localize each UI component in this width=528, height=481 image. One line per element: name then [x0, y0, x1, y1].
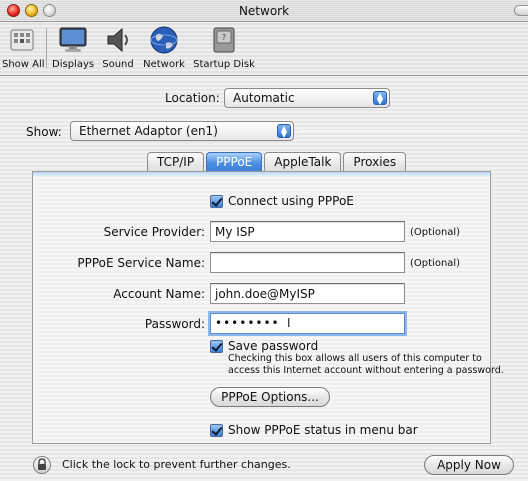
toolbar-toggle-button[interactable]	[514, 5, 528, 16]
toolbar-show-all-button[interactable]: Show All	[2, 24, 45, 70]
show-popup[interactable]: Ethernet Adaptor (en1) ▲ ▼	[70, 121, 294, 141]
location-popup[interactable]: Automatic ▲ ▼	[224, 88, 390, 108]
popup-arrows-icon: ▲ ▼	[277, 124, 291, 139]
account-name-field[interactable]: john.doe@MyISP	[210, 283, 405, 304]
apply-now-button[interactable]: Apply Now	[424, 455, 514, 475]
toolbar-startup-disk-label: Startup Disk	[193, 59, 255, 70]
service-name-label: PPPoE Service Name:	[77, 256, 205, 270]
service-provider-field[interactable]: My ISP	[210, 221, 405, 242]
service-name-field[interactable]	[210, 252, 405, 273]
pppoe-options-button[interactable]: PPPoE Options...	[210, 387, 330, 407]
tab-appletalk[interactable]: AppleTalk	[264, 152, 342, 172]
svg-text:?: ?	[222, 33, 226, 42]
service-provider-optional: (Optional)	[410, 227, 461, 238]
password-label: Password:	[144, 317, 205, 331]
toolbar: Show All Displays Sound Network ? Startu…	[0, 22, 528, 76]
location-label: Location:	[165, 91, 220, 105]
location-value: Automatic	[233, 91, 295, 105]
save-password-checkbox[interactable]	[210, 340, 223, 353]
toolbar-show-all-label: Show All	[2, 59, 45, 70]
toolbar-displays-button[interactable]: Displays	[52, 24, 94, 70]
lock-icon	[38, 458, 46, 470]
show-value: Ethernet Adaptor (en1)	[79, 124, 218, 138]
lock-button[interactable]	[33, 456, 51, 474]
connect-pppoe-checkbox[interactable]	[210, 195, 223, 208]
toolbar-network-button[interactable]: Network	[140, 24, 188, 70]
service-name-optional: (Optional)	[410, 258, 461, 269]
toolbar-sound-label: Sound	[102, 59, 134, 70]
save-password-label: Save password	[228, 339, 319, 353]
tab-tcpip[interactable]: TCP/IP	[147, 152, 205, 172]
disk-icon: ?	[208, 24, 240, 56]
save-password-note: Checking this box allows all users of th…	[228, 353, 504, 376]
toolbar-displays-label: Displays	[52, 59, 95, 70]
show-status-label: Show PPPoE status in menu bar	[228, 423, 418, 437]
password-field[interactable]: ••••••••	[210, 313, 405, 334]
toolbar-network-label: Network	[143, 59, 185, 70]
globe-icon	[148, 24, 180, 56]
service-provider-label: Service Provider:	[103, 225, 205, 239]
text-cursor-icon: I	[287, 316, 291, 330]
toolbar-sound-button[interactable]: Sound	[100, 24, 136, 70]
panel-top-strip	[33, 172, 490, 176]
tab-pppoe[interactable]: PPPoE	[206, 152, 263, 172]
toolbar-startup-disk-button[interactable]: ? Startup Disk	[193, 24, 255, 70]
toolbar-separator	[46, 28, 47, 68]
title-bar: Network	[0, 0, 528, 22]
display-icon	[57, 24, 89, 56]
apple-grid-icon	[6, 24, 38, 56]
divider	[298, 130, 520, 131]
tab-proxies[interactable]: Proxies	[343, 152, 407, 172]
account-name-label: Account Name:	[113, 287, 205, 301]
popup-arrows-icon: ▲ ▼	[373, 91, 387, 106]
show-label: Show:	[26, 125, 62, 139]
lock-message: Click the lock to prevent further change…	[62, 458, 291, 471]
pppoe-panel: Connect using PPPoE Service Provider: My…	[32, 171, 504, 444]
show-status-checkbox[interactable]	[210, 424, 223, 437]
tab-bar: TCP/IP PPPoE AppleTalk Proxies	[147, 152, 408, 172]
network-preferences-window: Network Show All Displays Sound Network …	[0, 0, 528, 481]
speaker-icon	[102, 24, 134, 56]
connect-pppoe-label: Connect using PPPoE	[228, 194, 354, 208]
window-title: Network	[238, 4, 290, 18]
